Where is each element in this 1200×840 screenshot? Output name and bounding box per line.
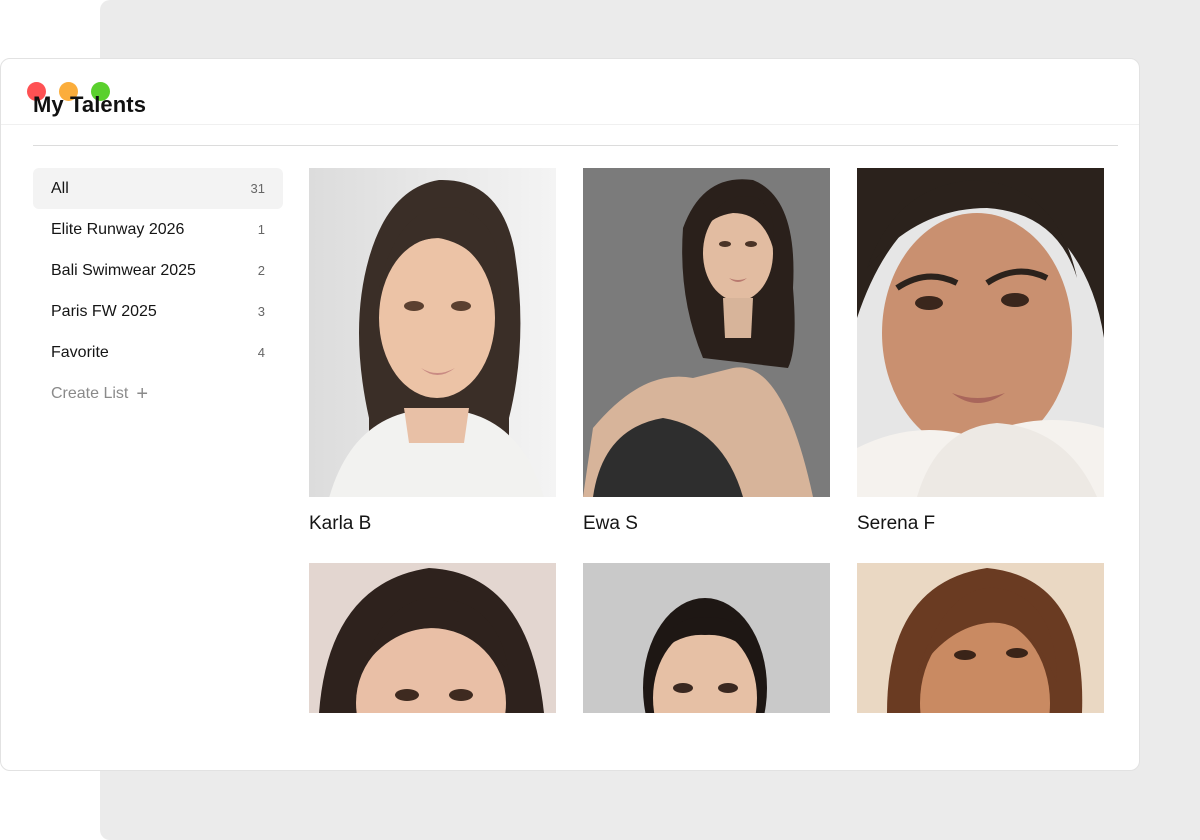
portrait-image [309,168,556,497]
portrait-image [857,168,1104,497]
talent-card[interactable]: Karla B [309,168,556,535]
portrait-image [583,563,830,713]
sidebar-item-paris-fw-2025[interactable]: Paris FW 2025 3 [33,291,283,332]
page-title: My Talents [33,92,147,117]
talent-photo[interactable] [583,563,830,713]
sidebar-item-count: 2 [257,263,265,278]
create-list-button[interactable]: Create List + [33,373,283,414]
portrait-image [857,563,1104,713]
create-list-label: Create List [51,384,129,402]
header-divider [33,145,1118,146]
sidebar-item-label: Elite Runway 2026 [51,220,185,238]
talent-photo[interactable] [309,168,556,497]
sidebar-item-favorite[interactable]: Favorite 4 [33,332,283,373]
talent-name[interactable]: Ewa S [583,513,830,535]
portrait-image [309,563,556,713]
talent-name[interactable]: Karla B [309,513,556,535]
sidebar-item-bali-swimwear-2025[interactable]: Bali Swimwear 2025 2 [33,250,283,291]
talent-photo[interactable] [309,563,556,713]
talent-card[interactable] [857,563,1104,713]
sidebar-item-label: Paris FW 2025 [51,302,157,320]
talent-photo[interactable] [857,563,1104,713]
talent-name[interactable]: Serena F [857,513,1104,535]
talent-card[interactable]: Serena F [857,168,1104,535]
talent-card[interactable] [309,563,556,713]
talent-photo[interactable] [857,168,1104,497]
sidebar-item-count: 1 [257,222,265,237]
sidebar-item-label: All [51,179,69,197]
sidebar-item-label: Favorite [51,343,109,361]
sidebar-item-count: 31 [250,181,265,196]
talent-card[interactable] [583,563,830,713]
sidebar-item-all[interactable]: All 31 [33,168,283,209]
portrait-image [583,168,830,497]
sidebar-item-count: 3 [257,304,265,319]
talent-card[interactable]: Ewa S [583,168,830,535]
sidebar-item-count: 4 [257,345,265,360]
sidebar-item-elite-runway-2026[interactable]: Elite Runway 2026 1 [33,209,283,250]
talent-photo[interactable] [583,168,830,497]
lists-sidebar: All 31 Elite Runway 2026 1 Bali Swimwear… [33,168,283,414]
plus-icon: + [136,382,149,405]
sidebar-item-label: Bali Swimwear 2025 [51,261,196,279]
title-bar [1,59,1139,125]
